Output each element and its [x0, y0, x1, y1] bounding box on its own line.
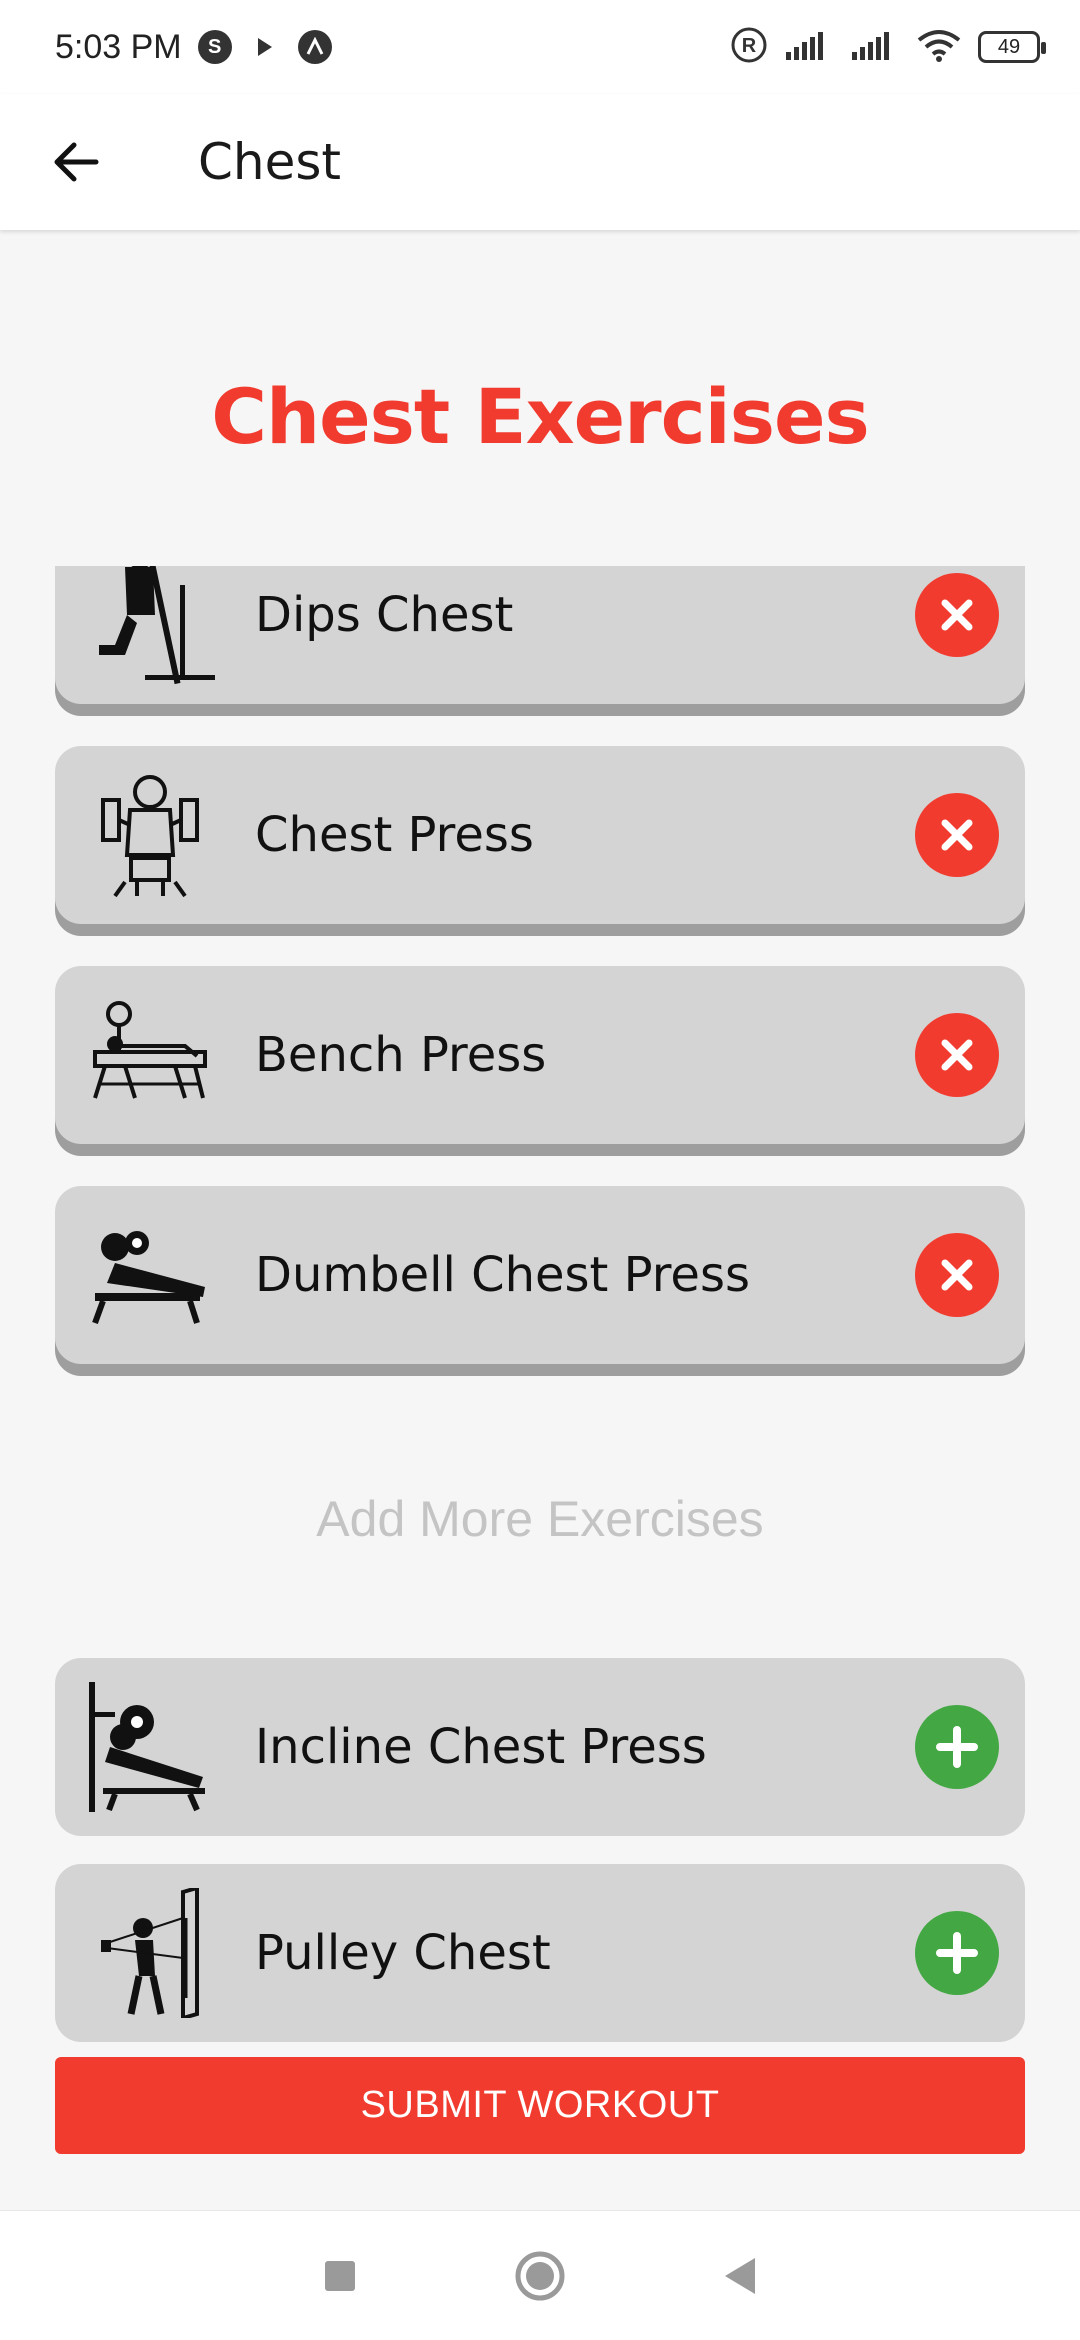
pulley-chest-icon: [75, 1878, 225, 2028]
plus-icon: [936, 1726, 978, 1768]
close-icon: [941, 819, 973, 851]
remove-button[interactable]: [915, 573, 999, 657]
remove-button[interactable]: [915, 793, 999, 877]
svg-text:R: R: [742, 35, 757, 57]
square-icon: [325, 2260, 355, 2291]
exercise-label: Chest Press: [255, 807, 534, 863]
close-icon: [941, 1039, 973, 1071]
plus-icon: [936, 1932, 978, 1974]
page-title: Chest: [198, 133, 342, 191]
app-bar: Chest: [0, 94, 1080, 230]
more-exercise-card: Pulley Chest: [55, 1864, 1025, 2042]
exercise-label: Pulley Chest: [255, 1925, 551, 1981]
exercise-card: Bench Press: [55, 966, 1025, 1144]
home-button[interactable]: [505, 2241, 575, 2311]
selected-exercises-list[interactable]: Dips Chest Chest Press Bench Press Dumbe…: [0, 566, 1080, 1386]
more-exercise-card: Incline Chest Press: [55, 1658, 1025, 1836]
add-more-label: Add More Exercises: [316, 1491, 764, 1547]
exercise-label: Dips Chest: [255, 587, 514, 643]
recents-button[interactable]: [305, 2241, 375, 2311]
triangle-back-icon: [725, 2257, 755, 2294]
signal-icon-2: [850, 30, 900, 64]
system-nav-bar: [0, 2210, 1080, 2340]
wifi-icon: [916, 28, 962, 66]
exercise-label: Bench Press: [255, 1027, 547, 1083]
exercise-card: Dumbell Chest Press: [55, 1186, 1025, 1364]
exercises-heading: Chest Exercises: [211, 372, 870, 461]
status-time: 5:03 PM: [55, 27, 182, 66]
a-app-icon: [297, 30, 332, 64]
add-button[interactable]: [915, 1911, 999, 1995]
back-nav-button[interactable]: [705, 2241, 775, 2311]
remove-button[interactable]: [915, 1233, 999, 1317]
exercise-label: Dumbell Chest Press: [255, 1247, 750, 1303]
dips-chest-icon: [75, 566, 225, 690]
battery-icon: 49: [978, 31, 1046, 63]
registered-icon: R: [730, 26, 768, 68]
chest-press-icon: [75, 760, 225, 910]
play-icon: [248, 30, 282, 64]
submit-workout-button[interactable]: SUBMIT WORKOUT: [55, 2057, 1025, 2154]
s-app-icon: S: [197, 30, 232, 64]
home-circle-icon: [515, 2251, 565, 2300]
close-icon: [941, 599, 973, 631]
back-button[interactable]: [36, 122, 116, 202]
add-button[interactable]: [915, 1705, 999, 1789]
exercise-label: Incline Chest Press: [255, 1719, 707, 1775]
arrow-left-icon: [54, 142, 99, 182]
incline-chest-press-icon: [75, 1672, 225, 1822]
status-bar: 5:03 PM S R 49: [0, 0, 1080, 94]
dumbbell-chest-press-icon: [75, 1200, 225, 1350]
close-icon: [941, 1259, 973, 1291]
status-right: R 49: [730, 26, 1046, 68]
bench-press-icon: [75, 980, 225, 1130]
status-left: 5:03 PM S: [55, 28, 332, 67]
signal-icon: [784, 30, 834, 64]
remove-button[interactable]: [915, 1013, 999, 1097]
exercise-card: Dips Chest: [55, 566, 1025, 704]
exercise-card: Chest Press: [55, 746, 1025, 924]
